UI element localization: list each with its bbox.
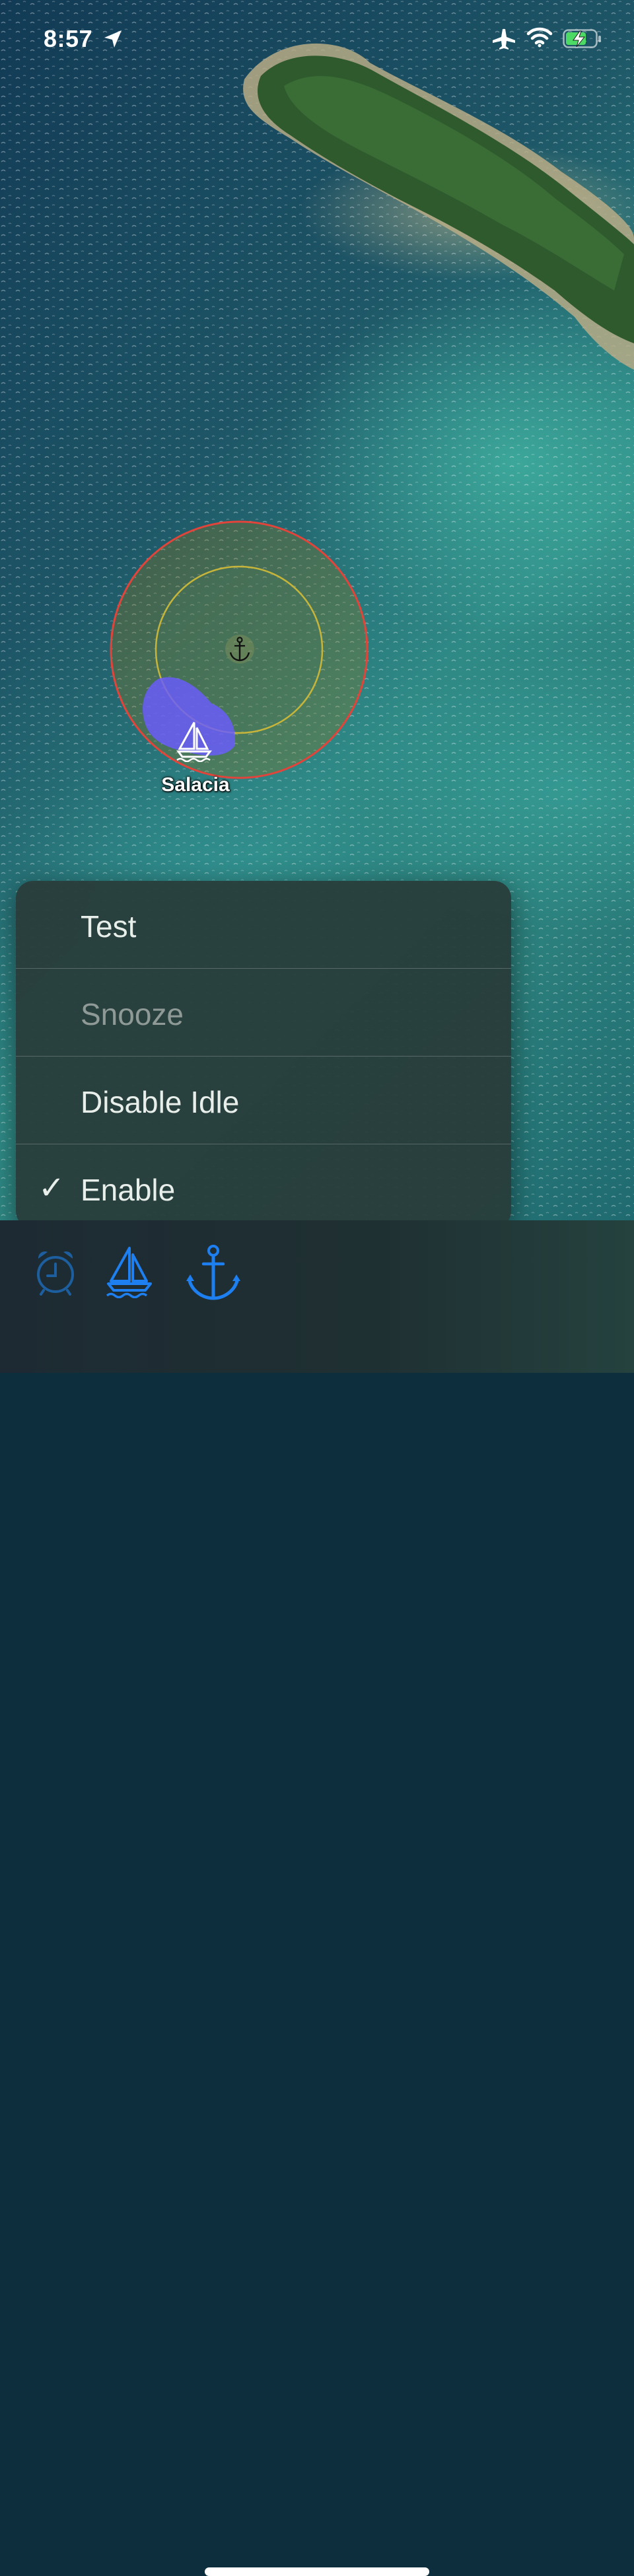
menu-item-test[interactable]: Test (16, 881, 511, 969)
wifi-icon (526, 26, 553, 51)
checkmark-icon: ✓ (38, 1171, 65, 1206)
status-time: 8:57 (44, 25, 93, 52)
sailboat-icon[interactable] (104, 1245, 155, 1302)
anchor-icon[interactable] (225, 634, 255, 664)
menu-item-snooze[interactable]: Snooze (16, 969, 511, 1057)
location-arrow-icon (103, 29, 123, 52)
home-indicator[interactable] (205, 2567, 429, 2576)
airplane-mode-icon (491, 28, 516, 53)
status-bar: 8:57 (0, 0, 634, 79)
menu-item-enable[interactable]: ✓ Enable (16, 1144, 511, 1228)
menu-item-disable-idle[interactable]: Disable Idle (16, 1057, 511, 1144)
alarm-clock-icon[interactable] (34, 1248, 77, 1299)
boat-name-label: Salacia (161, 774, 230, 796)
bottom-toolbar (0, 1220, 634, 2576)
sailboat-icon[interactable] (173, 720, 215, 763)
alarm-context-menu: Test Snooze Disable Idle ✓ Enable (16, 881, 511, 1228)
anchor-icon[interactable] (185, 1243, 242, 1305)
battery-charging-icon (563, 29, 602, 52)
menu-item-label: Test (81, 909, 137, 944)
menu-item-label: Snooze (81, 997, 184, 1031)
menu-item-label: Enable (81, 1173, 176, 1207)
menu-item-label: Disable Idle (81, 1085, 240, 1119)
